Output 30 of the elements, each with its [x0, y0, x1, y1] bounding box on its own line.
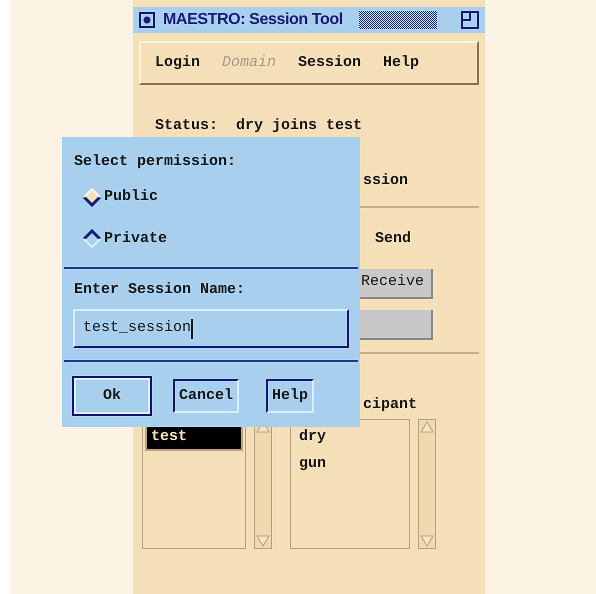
- menu-item[interactable]: Login: [155, 52, 200, 74]
- dialog-button[interactable]: Cancel: [173, 379, 240, 413]
- participant-heading: cipant: [363, 396, 418, 412]
- radio-label: Private: [104, 229, 168, 249]
- window-title: MAESTRO: Session Tool: [163, 10, 343, 30]
- radio-label: Public: [104, 186, 158, 206]
- scrollbar[interactable]: [418, 419, 436, 549]
- scroll-down-icon[interactable]: [419, 534, 435, 548]
- status-text: dry joins test: [236, 116, 362, 136]
- session-name-label: Enter Session Name:: [74, 280, 246, 300]
- menu-item[interactable]: Help: [383, 52, 420, 74]
- list-item[interactable]: gun: [293, 450, 407, 477]
- radio-button[interactable]: [82, 186, 102, 207]
- session-name-field[interactable]: test_session: [73, 309, 349, 348]
- radio-button[interactable]: [82, 229, 102, 250]
- blank-button[interactable]: [359, 310, 433, 340]
- scroll-down-icon[interactable]: [255, 534, 271, 548]
- window-menu-icon[interactable]: [139, 12, 155, 28]
- text-cursor-icon: [191, 318, 194, 338]
- send-text: Send: [375, 230, 412, 247]
- menu-item[interactable]: Session: [298, 52, 362, 74]
- list-item[interactable]: dry: [293, 424, 407, 450]
- scroll-up-icon[interactable]: [419, 420, 435, 434]
- session-text: ssion: [363, 172, 408, 188]
- permission-label: Select permission:: [74, 152, 238, 172]
- status-label: Status:: [155, 116, 218, 136]
- dialog-button[interactable]: Ok: [72, 376, 152, 416]
- receive-button[interactable]: Receive: [359, 268, 433, 298]
- maximize-icon[interactable]: [461, 11, 479, 29]
- dialog-button[interactable]: Help: [266, 379, 314, 413]
